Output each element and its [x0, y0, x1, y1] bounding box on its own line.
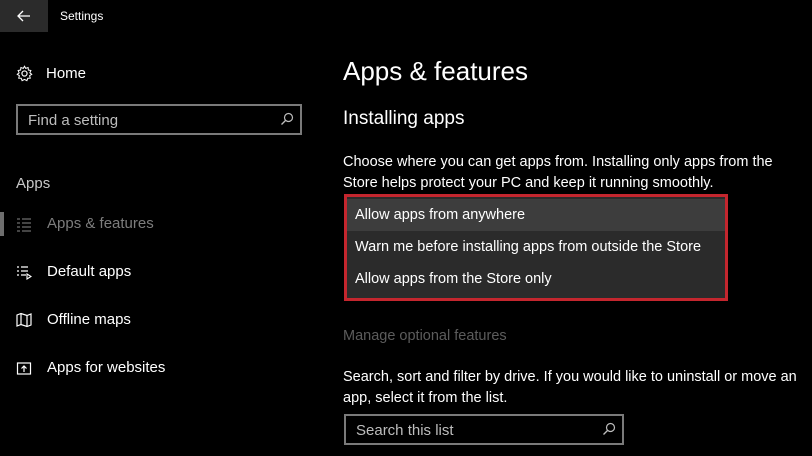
find-setting-input[interactable]: Find a setting: [16, 104, 302, 135]
page-title: Apps & features: [343, 56, 528, 86]
home-label: Home: [46, 64, 87, 82]
sidebar-item-default-apps[interactable]: Default apps: [0, 260, 310, 284]
selection-indicator: [0, 212, 4, 236]
dropdown-option-warn[interactable]: Warn me before installing apps from outs…: [347, 231, 725, 263]
sidebar-item-apps-features[interactable]: Apps & features: [0, 212, 310, 236]
search-list-placeholder: Search this list: [356, 422, 454, 439]
dropdown-option-store-only[interactable]: Allow apps from the Store only: [347, 263, 725, 295]
window-title: Settings: [60, 9, 104, 23]
back-arrow-icon: [17, 10, 30, 22]
list-icon: [17, 218, 31, 232]
default-apps-icon: [17, 266, 32, 280]
sidebar-item-label: Apps for websites: [47, 359, 166, 376]
search-icon[interactable]: [280, 112, 294, 126]
sidebar-item-label: Default apps: [47, 263, 132, 280]
dropdown-option-anywhere[interactable]: Allow apps from anywhere: [347, 199, 725, 231]
search-list-input[interactable]: Search this list: [344, 414, 624, 445]
home-nav-item[interactable]: Home: [16, 62, 86, 84]
open-in-window-icon: [16, 362, 32, 375]
apps-section-label: Apps: [16, 175, 51, 192]
title-bar: Settings: [0, 0, 812, 32]
search-description: Search, sort and filter by drive. If you…: [343, 369, 797, 406]
sidebar-item-label: Apps & features: [47, 215, 154, 232]
find-setting-placeholder: Find a setting: [28, 112, 119, 129]
map-icon: [16, 312, 32, 328]
install-source-dropdown[interactable]: Allow apps from anywhere Warn me before …: [347, 197, 725, 298]
manage-optional-features-link[interactable]: Manage optional features: [343, 328, 507, 344]
section-heading: Installing apps: [343, 108, 465, 129]
installing-apps-description: Choose where you can get apps from. Inst…: [343, 154, 773, 191]
sidebar-item-offline-maps[interactable]: Offline maps: [0, 308, 310, 332]
sidebar-item-label: Offline maps: [47, 311, 131, 328]
sidebar-item-apps-for-websites[interactable]: Apps for websites: [0, 356, 310, 380]
search-icon[interactable]: [602, 422, 616, 436]
back-button[interactable]: [0, 0, 48, 32]
gear-icon: [16, 64, 33, 81]
